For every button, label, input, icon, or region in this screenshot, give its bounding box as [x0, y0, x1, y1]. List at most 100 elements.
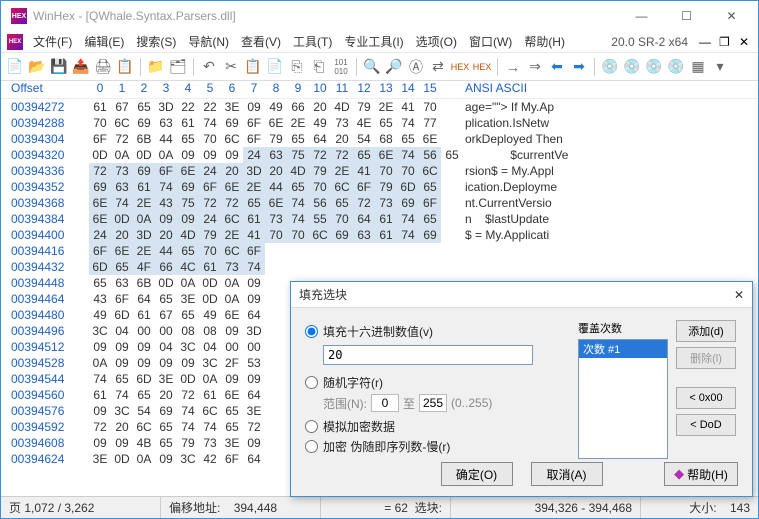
byte[interactable]: 65	[397, 131, 419, 147]
dialog-close-icon[interactable]: ✕	[734, 288, 744, 302]
byte[interactable]: 49	[89, 307, 111, 323]
pass-item[interactable]: 次数 #1	[579, 340, 667, 358]
byte[interactable]: 09	[243, 99, 265, 115]
opt-hex[interactable]: 填充十六进制数值(v)	[305, 323, 564, 340]
byte[interactable]: 3E	[177, 291, 199, 307]
replacetxt-icon[interactable]: HEX	[472, 57, 492, 77]
byte[interactable]: 44	[265, 179, 287, 195]
byte[interactable]: 6C	[419, 163, 441, 179]
menu-search[interactable]: 搜索(S)	[130, 31, 182, 52]
byte[interactable]: 65	[441, 147, 463, 163]
byte[interactable]: 6E	[177, 163, 199, 179]
byte[interactable]: 69	[397, 195, 419, 211]
byte[interactable]: 4D	[177, 227, 199, 243]
passes-list[interactable]: 次数 #1	[578, 339, 668, 459]
hex-row[interactable]: 003944326D654F664C617374	[1, 259, 758, 275]
ascii-cell[interactable]: ication.Deployme	[441, 179, 557, 195]
byte[interactable]: 61	[199, 387, 221, 403]
new-icon[interactable]: 📄	[5, 57, 25, 77]
byte[interactable]: 4D	[331, 99, 353, 115]
hex-row[interactable]: 003942726167653D22223E094966204D792E4170…	[1, 99, 758, 115]
byte[interactable]: 0A	[177, 275, 199, 291]
byte[interactable]: 70	[265, 227, 287, 243]
byte[interactable]: 6F	[155, 163, 177, 179]
byte[interactable]: 61	[89, 99, 111, 115]
menu-view[interactable]: 查看(V)	[235, 31, 287, 52]
help-button[interactable]: ◆帮助(H)	[664, 462, 738, 486]
byte[interactable]: 79	[265, 131, 287, 147]
byte[interactable]: 22	[199, 99, 221, 115]
ascii-cell[interactable]: n $lastUpdate	[441, 211, 549, 227]
fwd-icon[interactable]: ➡	[569, 57, 589, 77]
byte[interactable]: 00	[221, 339, 243, 355]
radio-sim[interactable]	[305, 420, 318, 433]
byte[interactable]: 67	[111, 99, 133, 115]
menu-tools[interactable]: 工具(T)	[287, 31, 338, 52]
menu-help[interactable]: 帮助(H)	[518, 31, 571, 52]
byte[interactable]: 72	[89, 419, 111, 435]
byte[interactable]: 70	[397, 163, 419, 179]
ascii-cell[interactable]: plication.IsNetw	[441, 115, 549, 131]
hex-bytes[interactable]: 6E742E43757272656E7456657273696F	[81, 195, 441, 211]
hex-bytes[interactable]: 69636174696F6E2E4465706C6F796D65	[81, 179, 441, 195]
byte[interactable]: 0A	[133, 451, 155, 467]
byte[interactable]: 6F	[89, 243, 111, 259]
hex-row[interactable]: 0039435269636174696F6E2E4465706C6F796D65…	[1, 179, 758, 195]
byte[interactable]: 6E	[221, 387, 243, 403]
byte[interactable]: 20	[111, 419, 133, 435]
byte[interactable]: 69	[89, 179, 111, 195]
hex-row[interactable]: 003943846E0D0A0909246C617374557064617465…	[1, 211, 758, 227]
byte[interactable]: 3E	[243, 403, 265, 419]
byte[interactable]: 00	[243, 339, 265, 355]
hex-bytes[interactable]: 65636B0D0A0D0A09	[81, 275, 265, 291]
ascii-cell[interactable]: orkDeployed Then	[441, 131, 563, 147]
byte[interactable]: 63	[265, 147, 287, 163]
byte[interactable]: 09	[89, 339, 111, 355]
ascii-cell[interactable]	[265, 243, 289, 259]
byte[interactable]: 64	[243, 387, 265, 403]
byte[interactable]: 6E	[375, 147, 397, 163]
byte[interactable]: 72	[221, 195, 243, 211]
byte[interactable]: 3E	[221, 99, 243, 115]
byte[interactable]: 3E	[89, 451, 111, 467]
byte[interactable]: 73	[375, 195, 397, 211]
byte[interactable]: 6E	[89, 211, 111, 227]
hex-row[interactable]: 00394288706C69636174696F6E2E49734E657477…	[1, 115, 758, 131]
byte[interactable]: 6E	[221, 307, 243, 323]
goto-icon[interactable]: →	[503, 57, 523, 77]
byte[interactable]: 0D	[199, 275, 221, 291]
byte[interactable]: 65	[177, 131, 199, 147]
range-from[interactable]	[371, 394, 399, 412]
byte[interactable]: 6C	[309, 227, 331, 243]
byte[interactable]: 04	[155, 339, 177, 355]
byte[interactable]: 24	[199, 211, 221, 227]
mdi-close-icon[interactable]: ✕	[739, 35, 753, 49]
byte[interactable]: 73	[221, 259, 243, 275]
byte[interactable]: 6E	[419, 131, 441, 147]
byte[interactable]: 63	[353, 227, 375, 243]
byte[interactable]: 20	[155, 387, 177, 403]
ascii-cell[interactable]	[265, 435, 289, 451]
byte[interactable]: 69	[419, 227, 441, 243]
byte[interactable]: 0A	[221, 275, 243, 291]
undo-icon[interactable]: ↶	[199, 57, 219, 77]
byte[interactable]: 3E	[155, 371, 177, 387]
byte[interactable]: 6C	[111, 115, 133, 131]
byte[interactable]: 20	[265, 163, 287, 179]
byte[interactable]: 2E	[287, 115, 309, 131]
byte[interactable]: 69	[331, 227, 353, 243]
hex-bytes[interactable]: 496D616765496E64	[81, 307, 265, 323]
byte[interactable]: 42	[199, 451, 221, 467]
export-icon[interactable]: 📤	[71, 57, 91, 77]
dropdown-icon[interactable]: ▾	[710, 57, 730, 77]
byte[interactable]: 6E	[111, 243, 133, 259]
byte[interactable]: 09	[221, 371, 243, 387]
byte[interactable]: 64	[243, 307, 265, 323]
byte[interactable]: 63	[111, 275, 133, 291]
opt-random[interactable]: 随机字符(r)	[305, 374, 564, 391]
byte[interactable]: 2E	[375, 99, 397, 115]
byte[interactable]: 74	[243, 259, 265, 275]
radio-random[interactable]	[305, 376, 318, 389]
byte[interactable]: 70	[287, 227, 309, 243]
byte[interactable]: 74	[199, 419, 221, 435]
